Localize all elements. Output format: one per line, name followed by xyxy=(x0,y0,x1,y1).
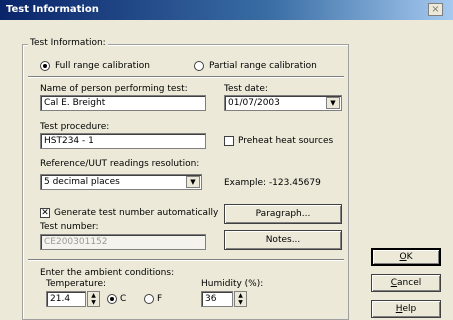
resolution-value: 5 decimal places xyxy=(44,177,120,187)
full-range-radio[interactable] xyxy=(40,61,50,71)
procedure-label: Test procedure: xyxy=(40,122,110,132)
partial-range-label: Partial range calibration xyxy=(209,61,317,71)
humidity-spinner[interactable]: ▲ ▼ xyxy=(234,291,247,307)
paragraph-button-label: Paragraph... xyxy=(255,209,311,219)
window-title: Test Information xyxy=(6,4,99,15)
full-range-label: Full range calibration xyxy=(55,61,150,71)
temperature-spinner[interactable]: ▲ ▼ xyxy=(87,291,100,307)
ok-button[interactable]: OK xyxy=(371,248,441,266)
paragraph-button[interactable]: Paragraph... xyxy=(224,204,342,224)
ambient-prompt: Enter the ambient conditions: xyxy=(40,268,175,278)
test-number-label: Test number: xyxy=(40,222,99,232)
chevron-down-icon: ▼ xyxy=(330,99,336,107)
close-icon: × xyxy=(431,4,440,15)
resolution-select[interactable]: 5 decimal places xyxy=(40,174,202,190)
preheat-checkbox[interactable] xyxy=(224,136,234,146)
dialog-body: Test Information: Full range calibration… xyxy=(0,20,453,320)
procedure-field[interactable]: HST234 - 1 xyxy=(40,133,206,149)
date-dropdown-button[interactable]: ▼ xyxy=(326,97,340,109)
preheat-label: Preheat heat sources xyxy=(238,136,334,146)
date-value: 01/07/2003 xyxy=(228,98,280,108)
radio-dot-icon xyxy=(43,64,47,68)
unit-f-radio[interactable] xyxy=(144,294,154,304)
title-bar: Test Information × xyxy=(0,0,453,20)
separator xyxy=(28,259,344,261)
date-field[interactable]: 01/07/2003 xyxy=(224,95,342,111)
temperature-label: Temperature: xyxy=(46,279,107,289)
auto-number-label: Generate test number automatically xyxy=(54,208,219,218)
unit-c-label: C xyxy=(120,294,127,304)
spin-up-icon: ▲ xyxy=(238,292,243,299)
cancel-button[interactable]: Cancel xyxy=(371,274,441,292)
resolution-label: Reference/UUT readings resolution: xyxy=(40,159,200,169)
help-label: elp xyxy=(402,304,417,314)
close-button[interactable]: × xyxy=(428,3,443,16)
separator xyxy=(28,76,344,78)
cancel-label: ancel xyxy=(397,278,422,288)
radio-dot-icon xyxy=(110,297,114,301)
help-mnemonic: H xyxy=(395,304,403,314)
example-text: Example: -123.45679 xyxy=(224,178,321,188)
person-field[interactable]: Cal E. Breight xyxy=(40,95,206,111)
help-button[interactable]: Help xyxy=(371,300,441,318)
test-info-group-label: Test Information: xyxy=(28,38,108,48)
temperature-field[interactable]: 21.4 xyxy=(46,291,86,307)
spin-down-icon: ▼ xyxy=(91,299,96,306)
ok-label: K xyxy=(406,252,413,262)
unit-f-label: F xyxy=(157,294,163,304)
humidity-field[interactable]: 36 xyxy=(201,291,233,307)
chevron-down-icon: ▼ xyxy=(190,178,196,186)
notes-button[interactable]: Notes... xyxy=(224,230,342,250)
notes-button-label: Notes... xyxy=(265,235,301,245)
date-label: Test date: xyxy=(224,84,268,94)
resolution-dropdown-button[interactable]: ▼ xyxy=(186,176,200,188)
test-number-field: CE200301152 xyxy=(40,234,206,250)
partial-range-radio[interactable] xyxy=(194,61,204,71)
check-icon: ✕ xyxy=(41,207,49,218)
person-label: Name of person performing test: xyxy=(40,84,188,94)
unit-c-radio[interactable] xyxy=(107,294,117,304)
ok-mnemonic: O xyxy=(399,252,407,262)
spin-down-icon: ▼ xyxy=(238,299,243,306)
spin-up-icon: ▲ xyxy=(91,292,96,299)
humidity-label: Humidity (%): xyxy=(201,279,264,289)
auto-number-checkbox[interactable]: ✕ xyxy=(40,208,50,218)
